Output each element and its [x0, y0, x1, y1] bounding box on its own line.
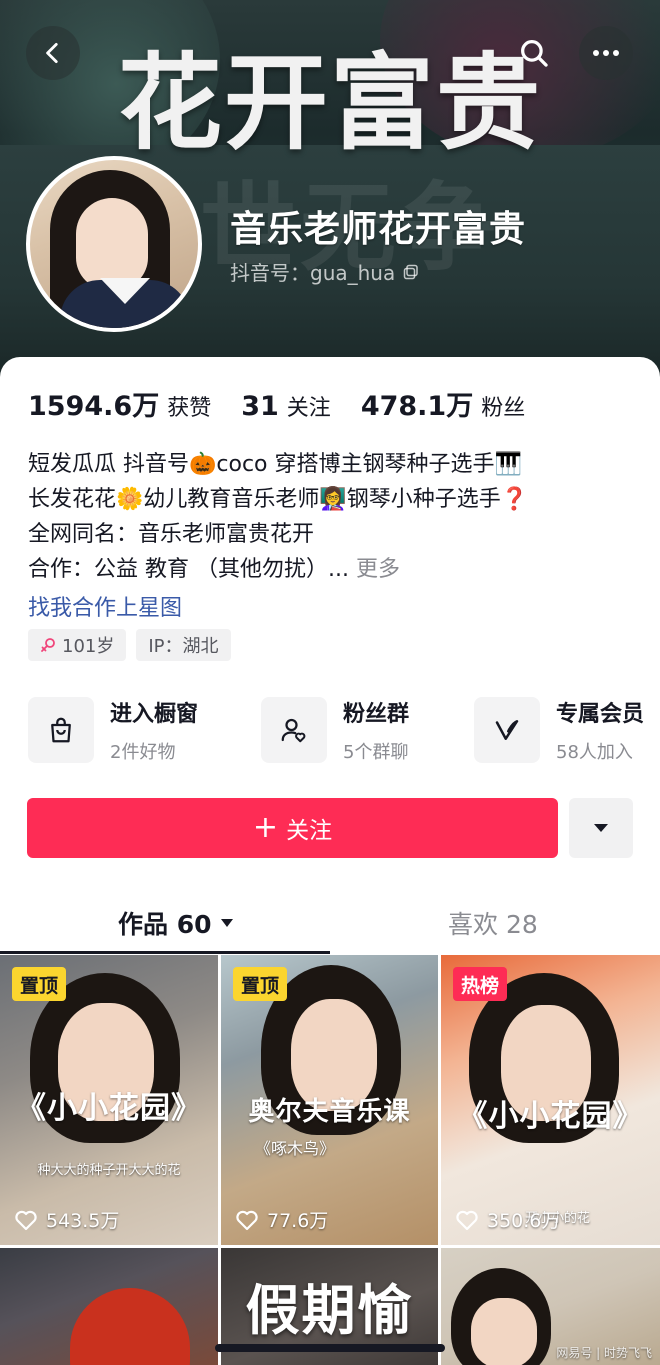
- fan-group-entry[interactable]: 粉丝群 5个群聊: [261, 695, 409, 765]
- bio-line-text: 合作：公益 教育 （其他勿扰）...: [28, 557, 356, 582]
- video-likes: 77.6万: [235, 1206, 328, 1233]
- vip-icon: [495, 720, 519, 740]
- heart-icon: [456, 1210, 478, 1230]
- feature-text: 粉丝群 5个群聊: [343, 696, 409, 764]
- shopping-bag-icon: [51, 717, 71, 743]
- video-likes: 543.5万: [14, 1206, 119, 1233]
- home-indicator[interactable]: [215, 1344, 445, 1352]
- recommend-dropdown-button[interactable]: [569, 798, 633, 858]
- bio-more-link[interactable]: 更多: [356, 557, 400, 582]
- ellipsis-icon: [593, 50, 619, 56]
- tab-active-indicator: [0, 951, 330, 954]
- back-button[interactable]: [26, 26, 80, 80]
- thumbnail-figure: [471, 1298, 537, 1365]
- age-tag-text: 101岁: [62, 636, 115, 657]
- pinned-badge: 置顶: [12, 967, 67, 1001]
- female-icon: [41, 638, 55, 652]
- more-options-button[interactable]: [579, 26, 633, 80]
- follow-button-label: 关注: [286, 818, 333, 844]
- feature-subtitle: 58人加入: [556, 742, 633, 763]
- profile-bio: 短发瓜瓜 抖音号🎃coco 穿搭博主钢琴种子选手🎹 长发花花🌼幼儿教育音乐老师👩…: [28, 447, 638, 587]
- video-likes: 350.6万: [455, 1206, 560, 1233]
- feature-title: 专属会员: [556, 702, 645, 727]
- ip-location-text: IP：湖北: [148, 636, 219, 657]
- feature-icon-box: [28, 697, 94, 763]
- source-watermark: 网易号 | 时势飞飞: [556, 1346, 652, 1360]
- video-likes-count: 543.5万: [46, 1210, 120, 1232]
- search-button[interactable]: [507, 26, 561, 80]
- stat-likes[interactable]: 1594.6万 获赞: [28, 384, 211, 423]
- feature-title: 进入橱窗: [110, 702, 199, 727]
- stat-label: 获赞: [167, 396, 212, 421]
- follow-button[interactable]: + 关注: [27, 798, 558, 858]
- star-map-link[interactable]: 找我合作上星图: [28, 590, 182, 622]
- video-thumbnail[interactable]: [0, 1248, 218, 1365]
- feature-title: 粉丝群: [343, 702, 410, 727]
- profile-card: 1594.6万 获赞 31 关注 478.1万 粉丝 短发瓜瓜 抖音号🎃coco…: [0, 357, 660, 1365]
- bio-line: 全网同名：音乐老师富贵花开: [28, 522, 315, 547]
- profile-stats: 1594.6万 获赞 31 关注 478.1万 粉丝: [28, 384, 555, 423]
- stat-label: 关注: [286, 396, 331, 421]
- caret-down-icon: [220, 919, 233, 927]
- feature-subtitle: 5个群聊: [343, 742, 409, 763]
- search-icon: [521, 40, 548, 67]
- thumbnail-figure: [70, 1288, 190, 1365]
- chevron-left-icon: [46, 42, 58, 64]
- tab-works-label: 作品 60: [118, 910, 212, 939]
- feature-text: 专属会员 58人加入: [556, 696, 644, 764]
- stat-followers[interactable]: 478.1万 粉丝: [361, 384, 525, 423]
- stat-value: 1594.6万: [28, 391, 160, 422]
- pinned-badge: 置顶: [233, 967, 288, 1001]
- stat-value: 478.1万: [360, 391, 474, 422]
- video-subcaption: 种大大的种子开大大的花: [37, 1163, 181, 1178]
- video-thumbnail[interactable]: 网易号 | 时势飞飞: [441, 1248, 660, 1365]
- profile-nickname: 音乐老师花开富贵: [230, 209, 527, 250]
- douyin-id[interactable]: 抖音号：gua_hua: [230, 257, 419, 286]
- video-likes-count: 350.6万: [487, 1210, 561, 1232]
- video-thumbnail[interactable]: 热榜 《小小花园》 开小小的花 350.6万: [441, 955, 660, 1245]
- vip-membership-entry[interactable]: 专属会员 58人加入: [474, 695, 644, 765]
- video-subcaption: 《啄木鸟》: [255, 1139, 336, 1158]
- stat-following[interactable]: 31 关注: [241, 390, 331, 422]
- feature-text: 进入橱窗 2件好物: [110, 696, 198, 764]
- content-tabs: 作品 60 喜欢 28: [0, 889, 660, 955]
- heart-icon: [15, 1210, 37, 1230]
- feature-icon-box: [261, 697, 327, 763]
- plus-icon: +: [252, 810, 279, 845]
- video-thumbnail[interactable]: 置顶 奥尔夫音乐课 《啄木鸟》 77.6万: [221, 955, 438, 1245]
- tab-likes-label: 喜欢 28: [448, 910, 538, 939]
- trending-badge: 热榜: [453, 967, 508, 1001]
- video-grid: 置顶 《小小花园》 种大大的种子开大大的花 543.5万 置顶 奥尔夫音乐课 《…: [0, 955, 660, 1365]
- copy-icon[interactable]: [403, 264, 419, 280]
- video-caption: 假期愉: [245, 1279, 414, 1342]
- video-thumbnail[interactable]: 置顶 《小小花园》 种大大的种子开大大的花 543.5万: [0, 955, 218, 1245]
- fan-group-icon: [281, 718, 306, 743]
- cover-title: 花开富贵: [117, 42, 542, 164]
- stat-label: 粉丝: [481, 396, 526, 421]
- heart-icon: [236, 1210, 258, 1230]
- feature-subtitle: 2件好物: [110, 742, 176, 763]
- ip-location-tag: IP：湖北: [136, 629, 231, 661]
- bio-line: 长发花花🌼幼儿教育音乐老师👩‍🏫钢琴小种子选手❓: [28, 487, 529, 512]
- avatar-face: [76, 198, 148, 290]
- caret-down-icon: [594, 824, 608, 832]
- video-caption: 《小小花园》: [16, 1091, 202, 1126]
- tab-works[interactable]: 作品 60: [118, 905, 234, 941]
- avatar[interactable]: [26, 156, 202, 332]
- shop-window-entry[interactable]: 进入橱窗 2件好物: [28, 695, 198, 765]
- video-caption: 奥尔夫音乐课: [248, 1097, 411, 1127]
- bio-line: 短发瓜瓜 抖音号🎃coco 穿搭博主钢琴种子选手🎹: [28, 452, 522, 477]
- video-likes-count: 77.6万: [267, 1210, 329, 1232]
- tab-likes[interactable]: 喜欢 28: [448, 905, 538, 941]
- feature-entries: 进入橱窗 2件好物 粉丝群 5个群聊 专属会员 58人加入: [28, 695, 660, 765]
- video-caption: 《小小花园》: [457, 1099, 644, 1134]
- stat-value: 31: [241, 391, 279, 422]
- bio-line-last: 合作：公益 教育 （其他勿扰）... 更多: [28, 552, 638, 587]
- profile-tags: 101岁 IP：湖北: [28, 629, 231, 661]
- feature-icon-box: [474, 697, 540, 763]
- age-tag: 101岁: [28, 629, 127, 661]
- douyin-id-text: 抖音号：gua_hua: [230, 261, 396, 285]
